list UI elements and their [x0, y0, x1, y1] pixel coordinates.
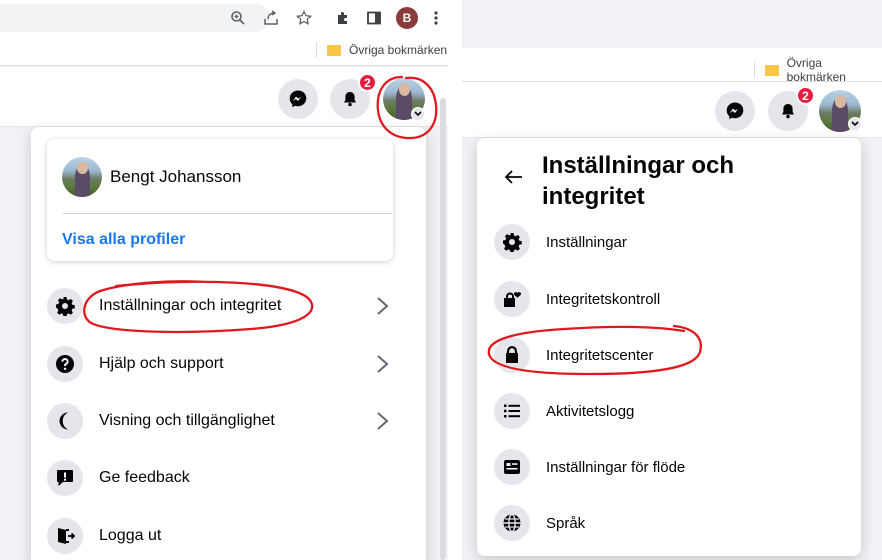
settings-privacy-menu: Inställningar och integritet Inställning…	[477, 138, 861, 556]
messenger-button[interactable]	[715, 91, 755, 131]
bell-icon	[782, 104, 794, 119]
messenger-button[interactable]	[278, 79, 318, 119]
menu-item-privacy-checkup[interactable]: Integritetskontroll	[494, 279, 660, 319]
avatar-head	[834, 95, 846, 108]
menu-item-display-accessibility[interactable]: Visning och tillgänglighet	[47, 401, 275, 441]
side-panel-icon[interactable]	[364, 8, 384, 28]
avatar-head	[77, 161, 88, 174]
lock-icon	[494, 337, 530, 373]
chevron-down-icon[interactable]	[848, 117, 862, 131]
gear-icon	[494, 224, 530, 260]
chevron-down-icon[interactable]	[411, 107, 425, 121]
menu-item-label: Integritetskontroll	[546, 290, 661, 308]
menu-item-settings[interactable]: Inställningar	[494, 222, 627, 262]
messenger-icon	[726, 102, 744, 120]
moon-icon	[47, 403, 83, 439]
notification-badge: 2	[358, 73, 377, 92]
extensions-icon[interactable]	[333, 8, 353, 28]
lock-heart-icon	[494, 281, 530, 317]
back-arrow-icon[interactable]	[504, 169, 524, 185]
right-screenshot: Övriga bokmärken 2 Inställningar och int…	[462, 0, 882, 560]
menu-item-label: Ge feedback	[99, 469, 190, 486]
profile-card: Bengt Johansson Visa alla profiler	[47, 139, 393, 261]
bookmark-star-icon[interactable]	[294, 8, 314, 28]
share-icon[interactable]	[261, 8, 281, 28]
feedback-icon	[47, 460, 83, 496]
scrollbar[interactable]	[440, 98, 446, 560]
menu-item-label: Inställningar	[546, 233, 627, 251]
menu-item-log-out[interactable]: Logga ut	[47, 516, 161, 556]
chevron-right-icon	[377, 412, 389, 430]
feed-icon	[494, 449, 530, 485]
menu-item-help-support[interactable]: Hjälp och support	[47, 344, 224, 384]
facebook-header: 2	[462, 82, 882, 138]
folder-icon	[764, 64, 779, 76]
facebook-header: 2	[0, 67, 448, 127]
bell-icon	[344, 92, 356, 107]
bookmarks-bar: Övriga bokmärken	[0, 36, 448, 66]
browser-profile-avatar[interactable]: B	[396, 7, 418, 29]
globe-icon	[494, 505, 530, 541]
menu-item-label: Visning och tillgänglighet	[99, 412, 275, 429]
browser-toolbar: B	[0, 0, 448, 36]
bookmark-folder[interactable]: Övriga bokmärken	[316, 42, 447, 58]
menu-item-activity-log[interactable]: Aktivitetslogg	[494, 391, 634, 431]
menu-item-label: Inställningar för flöde	[546, 458, 686, 476]
notification-badge: 2	[796, 86, 815, 105]
menu-item-privacy-center[interactable]: Integritetscenter	[494, 335, 654, 375]
profile-divider	[63, 213, 391, 214]
menu-item-label: Logga ut	[99, 527, 162, 544]
messenger-icon	[289, 90, 307, 108]
menu-item-label: Inställningar och integritet	[99, 297, 282, 314]
logout-icon	[47, 518, 83, 554]
bookmark-separator	[754, 62, 755, 78]
menu-item-label: Språk	[546, 514, 586, 532]
profile-name[interactable]: Bengt Johansson	[110, 167, 241, 187]
more-vertical-icon[interactable]	[426, 8, 446, 28]
bookmark-folder-label: Övriga bokmärken	[786, 56, 846, 84]
bookmark-folder[interactable]: Övriga bokmärken	[754, 56, 882, 84]
avatar-head	[398, 83, 410, 96]
gear-icon	[47, 288, 83, 324]
bookmarks-bar: Övriga bokmärken	[462, 48, 882, 84]
bookmark-separator	[316, 42, 317, 58]
menu-item-settings-privacy[interactable]: Inställningar och integritet	[47, 286, 281, 326]
menu-item-label: Aktivitetslogg	[546, 402, 635, 420]
menu-item-label: Integritetscenter	[546, 346, 654, 364]
bookmark-folder-label: Övriga bokmärken	[349, 43, 448, 57]
chevron-right-icon	[377, 355, 389, 373]
chevron-right-icon	[377, 297, 389, 315]
menu-title-line-1: Inställningar och	[542, 152, 735, 179]
question-icon	[47, 346, 83, 382]
account-menu: Bengt Johansson Visa alla profiler Instä…	[31, 127, 426, 560]
list-icon	[494, 393, 530, 429]
see-all-profiles-link[interactable]: Visa alla profiler	[62, 231, 185, 249]
profile-avatar[interactable]	[62, 157, 102, 197]
left-screenshot: B Övriga bokmärken 2 Bengt Johansson Vis…	[0, 0, 448, 560]
folder-icon	[327, 44, 341, 56]
menu-item-language[interactable]: Språk	[494, 503, 585, 543]
menu-item-feed-preferences[interactable]: Inställningar för flöde	[494, 447, 685, 487]
menu-item-label: Hjälp och support	[99, 355, 224, 372]
menu-item-give-feedback[interactable]: Ge feedback	[47, 458, 190, 498]
zoom-icon[interactable]	[228, 8, 248, 28]
menu-title-line-2: integritet	[542, 183, 645, 210]
